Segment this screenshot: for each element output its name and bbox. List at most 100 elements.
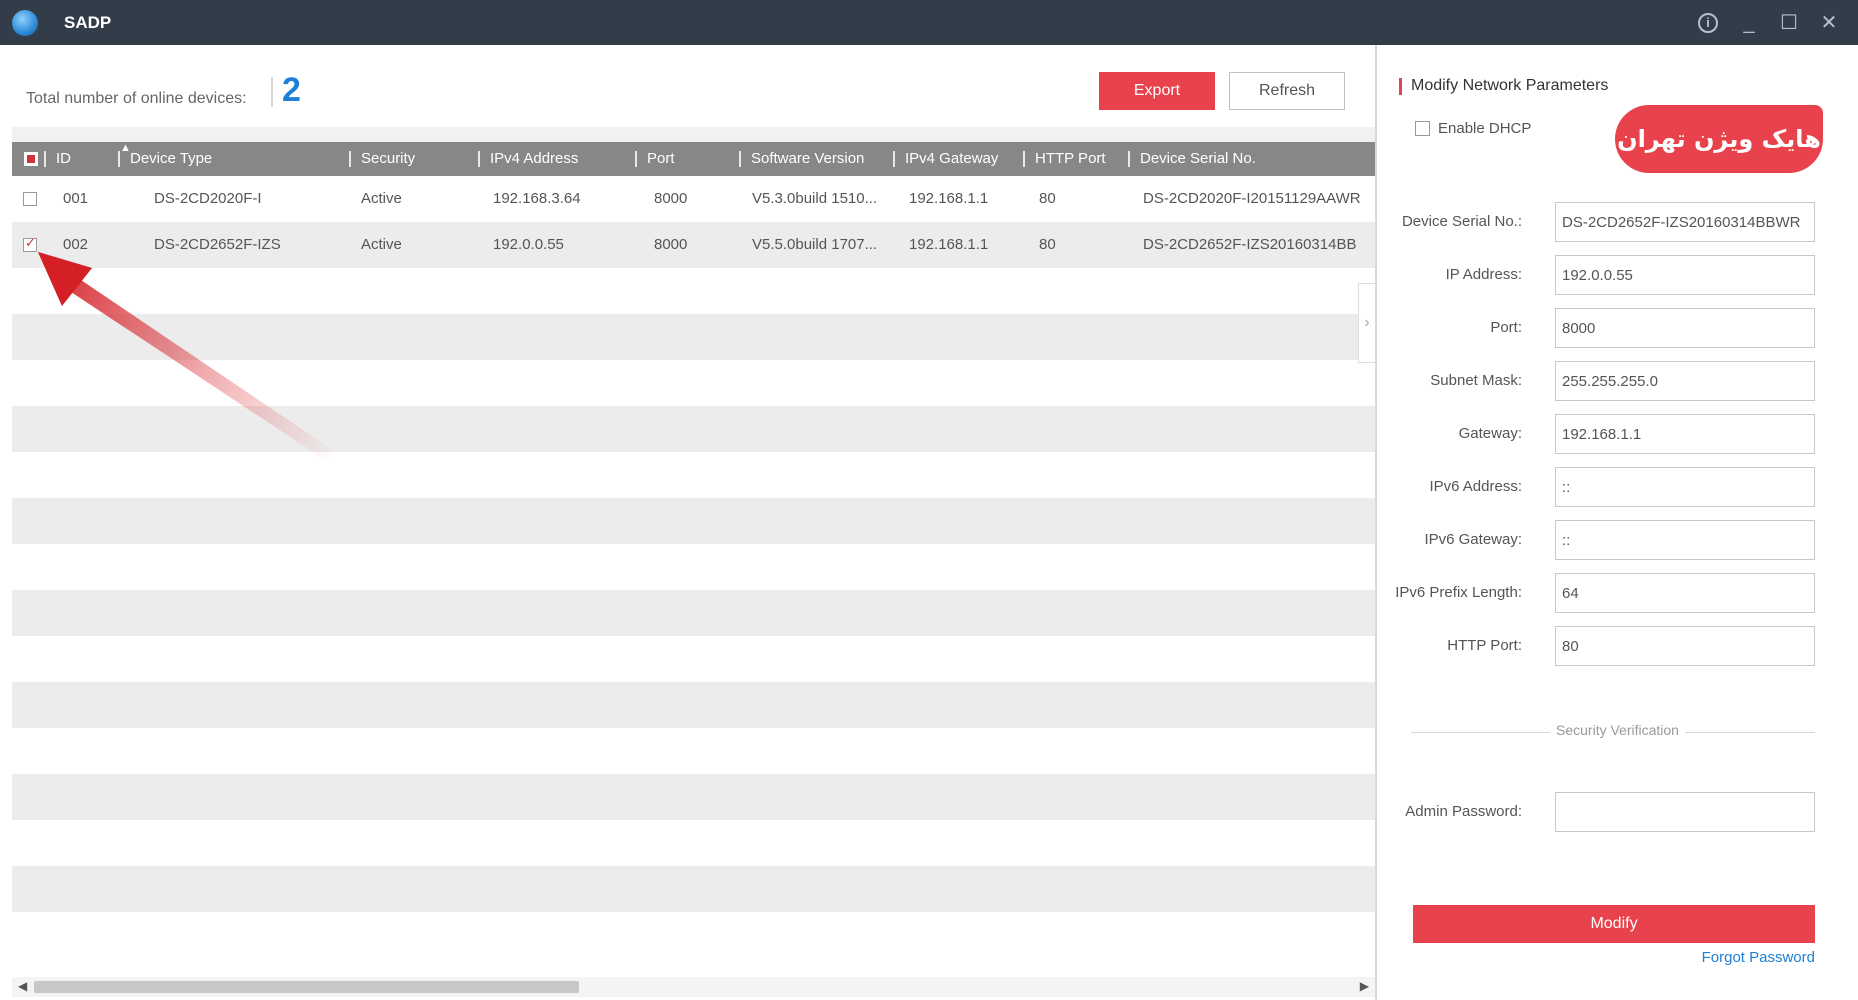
empty-row — [12, 498, 1375, 544]
port-field: Port: — [1377, 308, 1858, 348]
column-header-device-type[interactable]: Device Type — [118, 142, 212, 176]
ip-address-label: IP Address: — [1445, 266, 1522, 283]
forgot-password-link[interactable]: Forgot Password — [1702, 949, 1815, 966]
empty-row — [12, 590, 1375, 636]
cell-port: 8000 — [654, 190, 688, 207]
table-header: ID ▲ Device Type Security IPv4 Address P… — [12, 142, 1375, 176]
http-port-field: HTTP Port: — [1377, 626, 1858, 666]
cell-software-version: V5.3.0build 1510... — [752, 190, 878, 207]
enable-dhcp-checkbox[interactable]: Enable DHCP — [1415, 120, 1531, 137]
gateway-label: Gateway: — [1458, 425, 1522, 442]
count-divider — [271, 77, 273, 107]
subnet-mask-input[interactable] — [1555, 361, 1815, 401]
cell-http-port: 80 — [1039, 236, 1056, 253]
port-input[interactable] — [1555, 308, 1815, 348]
modify-button[interactable]: Modify — [1413, 905, 1815, 943]
cell-ipv4: 192.168.3.64 — [493, 190, 581, 207]
empty-row — [12, 406, 1375, 452]
empty-row — [12, 268, 1375, 314]
column-header-security[interactable]: Security — [349, 142, 415, 176]
ipv6-prefix-length-input[interactable] — [1555, 573, 1815, 613]
checkbox-icon[interactable] — [1415, 121, 1430, 136]
device-table-body: 001 DS-2CD2020F-I Active 192.168.3.64 80… — [12, 176, 1375, 986]
subnet-mask-label: Subnet Mask: — [1430, 372, 1522, 389]
device-serial-input[interactable] — [1555, 202, 1815, 242]
table-row[interactable]: 001 DS-2CD2020F-I Active 192.168.3.64 80… — [12, 176, 1375, 222]
panel-title: Modify Network Parameters — [1399, 77, 1608, 95]
app-globe-icon — [12, 9, 38, 36]
ip-address-field: IP Address: — [1377, 255, 1858, 295]
row-checkbox[interactable] — [23, 192, 37, 206]
http-port-input[interactable] — [1555, 626, 1815, 666]
cell-serial: DS-2CD2652F-IZS20160314BB — [1143, 236, 1357, 253]
cell-security: Active — [361, 190, 402, 207]
column-header-id[interactable]: ID — [44, 142, 71, 176]
column-header-serial-no[interactable]: Device Serial No. — [1128, 142, 1256, 176]
empty-row — [12, 728, 1375, 774]
device-serial-field: Device Serial No.: — [1377, 202, 1858, 242]
ipv6-prefix-length-field: IPv6 Prefix Length: — [1377, 573, 1858, 613]
enable-dhcp-label: Enable DHCP — [1438, 120, 1532, 137]
ipv6-prefix-length-label: IPv6 Prefix Length: — [1395, 584, 1522, 601]
admin-password-label: Admin Password: — [1405, 803, 1522, 820]
info-icon[interactable]: i — [1698, 12, 1718, 33]
column-header-port[interactable]: Port — [635, 142, 675, 176]
ipv6-address-input[interactable] — [1555, 467, 1815, 507]
cell-device-type: DS-2CD2020F-I — [154, 190, 262, 207]
collapse-panel-chevron-icon[interactable]: › — [1358, 283, 1375, 363]
empty-row — [12, 314, 1375, 360]
cell-port: 8000 — [654, 236, 688, 253]
ipv6-gateway-input[interactable] — [1555, 520, 1815, 560]
empty-row — [12, 866, 1375, 912]
online-devices-count: 2 — [282, 71, 301, 109]
close-icon[interactable]: ✕ — [1820, 13, 1838, 33]
window-controls: i _ ☐ ✕ — [1698, 0, 1838, 45]
cell-device-type: DS-2CD2652F-IZS — [154, 236, 281, 253]
refresh-button[interactable]: Refresh — [1229, 72, 1345, 110]
watermark-badge: هایک ویژن تهران — [1615, 105, 1823, 173]
column-header-ipv4-gateway[interactable]: IPv4 Gateway — [893, 142, 998, 176]
scrollbar-thumb[interactable] — [34, 981, 579, 993]
device-serial-label: Device Serial No.: — [1401, 213, 1522, 230]
empty-row — [12, 820, 1375, 866]
table-top-spacer — [12, 127, 1375, 143]
ip-address-input[interactable] — [1555, 255, 1815, 295]
ipv6-gateway-label: IPv6 Gateway: — [1424, 531, 1522, 548]
scroll-left-icon[interactable]: ◀ — [18, 979, 27, 993]
cell-security: Active — [361, 236, 402, 253]
device-list-panel: Total number of online devices: 2 Export… — [0, 45, 1375, 1000]
export-button[interactable]: Export — [1099, 72, 1215, 110]
column-header-software-version[interactable]: Software Version — [739, 142, 864, 176]
subnet-mask-field: Subnet Mask: — [1377, 361, 1858, 401]
cell-http-port: 80 — [1039, 190, 1056, 207]
ipv6-gateway-field: IPv6 Gateway: — [1377, 520, 1858, 560]
cell-id: 002 — [63, 236, 89, 253]
cell-software-version: V5.5.0build 1707... — [752, 236, 878, 253]
minimize-icon[interactable]: _ — [1740, 13, 1758, 33]
table-row[interactable]: 002 DS-2CD2652F-IZS Active 192.0.0.55 80… — [12, 222, 1375, 268]
cell-gateway: 192.168.1.1 — [909, 236, 989, 253]
ipv6-address-label: IPv6 Address: — [1429, 478, 1522, 495]
row-checkbox[interactable] — [23, 235, 37, 252]
gateway-field: Gateway: — [1377, 414, 1858, 454]
title-bar: SADP i _ ☐ ✕ — [0, 0, 1858, 45]
empty-row — [12, 544, 1375, 590]
admin-password-input[interactable] — [1555, 792, 1815, 832]
cell-id: 001 — [63, 190, 89, 207]
maximize-icon[interactable]: ☐ — [1780, 13, 1798, 33]
scroll-right-icon[interactable]: ▶ — [1360, 979, 1369, 993]
empty-row — [12, 360, 1375, 406]
cell-ipv4: 192.0.0.55 — [493, 236, 564, 253]
select-all-checkbox[interactable] — [24, 152, 38, 166]
admin-password-field: Admin Password: — [1377, 792, 1858, 832]
gateway-input[interactable] — [1555, 414, 1815, 454]
cell-serial: DS-2CD2020F-I20151129AAWR — [1143, 190, 1361, 207]
horizontal-scrollbar[interactable]: ◀ ▶ — [12, 977, 1375, 997]
column-header-ipv4-address[interactable]: IPv4 Address — [478, 142, 578, 176]
column-header-http-port[interactable]: HTTP Port — [1023, 142, 1106, 176]
app-title: SADP — [64, 12, 112, 32]
empty-row — [12, 636, 1375, 682]
http-port-label: HTTP Port: — [1447, 637, 1522, 654]
cell-gateway: 192.168.1.1 — [909, 190, 989, 207]
empty-row — [12, 682, 1375, 728]
